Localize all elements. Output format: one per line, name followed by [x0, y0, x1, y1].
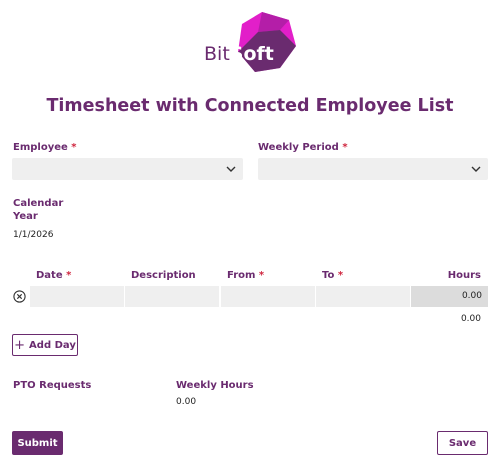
- add-day-label: Add Day: [29, 339, 76, 351]
- row-hours-value: 0.00: [461, 291, 482, 301]
- plus-icon: +: [14, 337, 26, 353]
- weekly-hours-label: Weekly Hours: [176, 380, 254, 391]
- weekly-period-select[interactable]: [258, 158, 488, 180]
- logo-wordmark: BitSoft: [204, 43, 274, 65]
- save-button[interactable]: Save: [437, 431, 488, 455]
- column-header-from-text: From: [227, 270, 256, 281]
- to-time-input[interactable]: [316, 286, 410, 307]
- logo-text-bit: Bit: [204, 43, 230, 65]
- remove-circle-icon[interactable]: [13, 290, 26, 303]
- column-header-to: To *: [322, 270, 343, 281]
- column-header-from: From *: [227, 270, 264, 281]
- employee-select[interactable]: [12, 158, 243, 180]
- column-header-to-text: To: [322, 270, 335, 281]
- hours-value-cell: 0.00: [411, 286, 488, 307]
- required-marker: *: [258, 270, 265, 281]
- calendar-year-label-line2: Year: [13, 211, 38, 222]
- calendar-year-label-line1: Calendar: [13, 198, 64, 209]
- submit-button[interactable]: Submit: [12, 431, 63, 455]
- employee-label-text: Employee: [13, 142, 68, 153]
- description-input[interactable]: [125, 286, 219, 307]
- weekly-hours-value: 0.00: [176, 397, 197, 407]
- column-header-date-text: Date: [36, 270, 63, 281]
- from-time-input[interactable]: [221, 286, 315, 307]
- required-marker: *: [337, 270, 344, 281]
- weekly-period-label-text: Weekly Period: [258, 142, 339, 153]
- column-header-hours: Hours: [447, 270, 481, 281]
- chevron-down-icon: [471, 166, 481, 172]
- add-day-button[interactable]: + Add Day: [12, 334, 78, 356]
- page-title: Timesheet with Connected Employee List: [46, 96, 454, 116]
- total-hours-value: 0.00: [460, 314, 481, 324]
- chevron-down-icon: [226, 166, 236, 172]
- pto-requests-label: PTO Requests: [13, 380, 92, 391]
- employee-label: Employee *: [13, 142, 77, 153]
- required-marker: *: [71, 142, 77, 153]
- required-marker: *: [66, 270, 72, 281]
- date-input[interactable]: [30, 286, 124, 307]
- column-header-date: Date *: [36, 270, 71, 281]
- logo-text-soft: Soft: [229, 43, 274, 65]
- calendar-year-value: 1/1/2026: [13, 230, 54, 240]
- weekly-period-label: Weekly Period *: [258, 142, 348, 153]
- bitsoft-logo: BitSoft: [200, 12, 300, 78]
- required-marker: *: [342, 142, 348, 153]
- column-header-description: Description: [131, 270, 196, 281]
